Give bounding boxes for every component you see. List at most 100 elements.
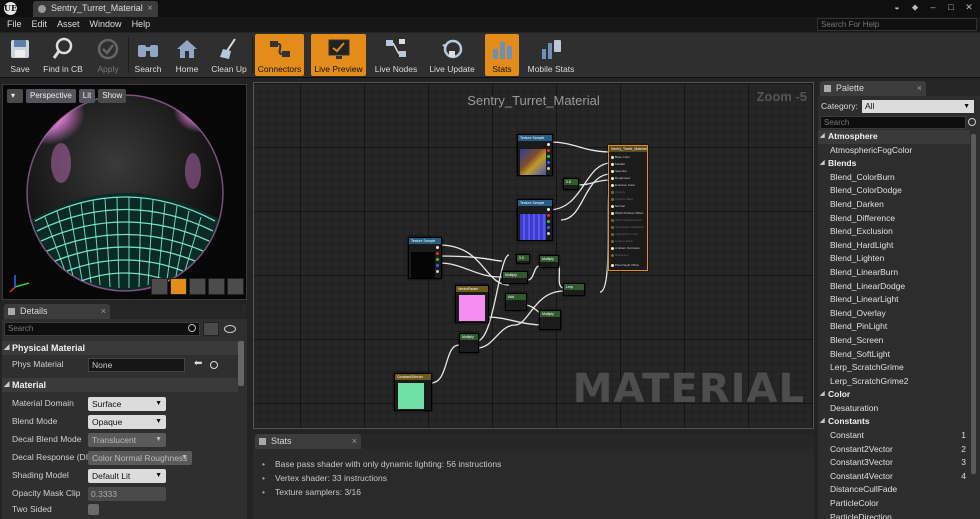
palette-item[interactable]: Blend_Lighten — [818, 252, 970, 266]
palette-item[interactable]: Blend_Overlay — [818, 307, 970, 321]
pink-vector-parameter-node[interactable]: VectorParam — [455, 285, 489, 323]
apply-button[interactable]: Apply — [92, 34, 124, 76]
opacity-mask-pin[interactable] — [611, 198, 614, 201]
palette-item[interactable]: Blend_SoftLight — [818, 348, 970, 362]
search-button[interactable]: Search — [132, 34, 164, 76]
constant-node[interactable]: 0.5 — [516, 254, 530, 264]
mobile-stats-button[interactable]: Mobile Stats — [524, 34, 578, 76]
blend-mode-select[interactable]: Opaque ▼ — [88, 415, 166, 429]
palette-item[interactable]: Blend_LinearLight — [818, 293, 970, 307]
property-matrix-button[interactable] — [203, 322, 219, 336]
base-color-pin[interactable] — [611, 156, 614, 159]
b-pin[interactable] — [436, 264, 439, 267]
palette-category[interactable]: ◢ Atmosphere — [818, 130, 970, 144]
menu-edit[interactable]: Edit — [27, 18, 53, 31]
live-update-button[interactable]: Live Update — [426, 34, 478, 76]
palette-item[interactable]: AtmosphericFogColor — [818, 144, 970, 158]
g-pin[interactable] — [436, 258, 439, 261]
scalar-constant-node[interactable]: 0.8 — [563, 178, 579, 190]
decal-blend-mode-select[interactable]: Translucent ▼ — [88, 433, 166, 447]
palette-item[interactable]: Blend_LinearBurn — [818, 266, 970, 280]
material-result-node[interactable]: Sentry_Turret_Material Base Color Metall… — [608, 145, 648, 271]
mask-texture-sample-node[interactable]: Texture Sample — [408, 237, 442, 279]
details-tab[interactable]: Details × — [4, 304, 110, 319]
help-search-input[interactable]: Search For Help — [817, 18, 977, 31]
palette-search-input[interactable]: Search — [820, 116, 966, 129]
menu-file[interactable]: File — [2, 18, 27, 31]
cylinder-mesh-icon[interactable] — [151, 278, 168, 295]
details-scrollbar[interactable] — [238, 341, 244, 386]
r-pin[interactable] — [547, 214, 550, 217]
palette-item[interactable]: Constant 1 — [818, 429, 970, 443]
custom-data-pin[interactable] — [611, 240, 614, 243]
clean-up-button[interactable]: Clean Up — [208, 34, 250, 76]
two-sided-checkbox[interactable] — [88, 504, 99, 515]
sphere-mesh-icon[interactable] — [170, 278, 187, 295]
find-in-cb-button[interactable]: Find in CB — [40, 34, 86, 76]
palette-category[interactable]: ◢ Color — [818, 388, 970, 402]
palette-item[interactable]: Constant3Vector 3 — [818, 456, 970, 470]
close-tab-icon[interactable]: × — [147, 1, 153, 16]
live-nodes-button[interactable]: Live Nodes — [372, 34, 420, 76]
lit-button[interactable]: Lit — [78, 89, 96, 103]
document-tab[interactable]: Sentry_Turret_Material × — [33, 1, 158, 17]
custom-mesh-icon[interactable] — [227, 278, 244, 295]
roughness-pin[interactable] — [611, 177, 614, 180]
r-pin[interactable] — [436, 252, 439, 255]
close-window-button[interactable]: ✕ — [962, 1, 976, 14]
cube-mesh-icon[interactable] — [208, 278, 225, 295]
lerp-node[interactable]: Lerp — [563, 283, 585, 296]
ambient-occlusion-pin[interactable] — [611, 247, 614, 250]
palette-item[interactable]: Blend_PinLight — [818, 320, 970, 334]
use-selected-arrow-icon[interactable]: ⬅ — [194, 358, 202, 369]
save-button[interactable]: Save — [4, 34, 36, 76]
normal-pin[interactable] — [611, 205, 614, 208]
r-pin[interactable] — [547, 149, 550, 152]
subsurface-color-pin[interactable] — [611, 233, 614, 236]
material-graph-canvas[interactable]: Sentry_Turret_Material Zoom -5 MATERIAL … — [253, 82, 814, 429]
palette-category[interactable]: ◢ Constants — [818, 415, 970, 429]
multiply-node[interactable]: Multiply — [502, 271, 528, 284]
decal-response-select[interactable]: Color Normal Roughness ▼ — [88, 451, 192, 465]
live-preview-button[interactable]: Live Preview — [311, 34, 366, 76]
b-pin[interactable] — [547, 161, 550, 164]
close-icon[interactable]: × — [352, 434, 357, 449]
emissive-color-pin[interactable] — [611, 184, 614, 187]
opacity-mask-clip-input[interactable]: 0.3333 — [88, 487, 166, 501]
metallic-pin[interactable] — [611, 163, 614, 166]
preview-viewport[interactable]: ▾ Perspective Lit Show — [2, 84, 247, 300]
palette-tab[interactable]: Palette × — [820, 81, 926, 96]
perspective-button[interactable]: Perspective — [26, 89, 76, 103]
normal-texture-sample-node[interactable]: Texture Sample — [517, 199, 553, 241]
rgb-pin[interactable] — [436, 246, 439, 249]
category-select[interactable]: All ▼ — [862, 100, 974, 113]
palette-item[interactable]: DistanceCullFade — [818, 483, 970, 497]
multiply-node[interactable]: Multiply — [539, 310, 561, 330]
palette-item[interactable]: Lerp_ScratchGrime2 — [818, 375, 970, 389]
shading-model-select[interactable]: Default Lit ▼ — [88, 469, 166, 483]
multiply-node[interactable]: Multiply — [459, 333, 479, 353]
plane-mesh-icon[interactable] — [189, 278, 206, 295]
palette-item[interactable]: Constant4Vector 4 — [818, 470, 970, 484]
browse-find-icon[interactable] — [210, 361, 218, 369]
palette-item[interactable]: Blend_Difference — [818, 212, 970, 226]
physical-material-category[interactable]: ◢ Physical Material — [2, 341, 238, 355]
connectors-button[interactable]: Connectors — [255, 34, 304, 76]
details-search-input[interactable]: Search — [4, 322, 200, 336]
add-node[interactable]: Add — [505, 293, 527, 311]
stats-button[interactable]: Stats — [485, 34, 519, 76]
visibility-eye-icon[interactable] — [224, 325, 236, 333]
palette-item[interactable]: Blend_Darken — [818, 198, 970, 212]
material-domain-select[interactable]: Surface ▼ — [88, 397, 166, 411]
maximize-button[interactable]: □ — [944, 1, 958, 14]
g-pin[interactable] — [547, 155, 550, 158]
opacity-pin[interactable] — [611, 191, 614, 194]
palette-item[interactable]: Lerp_ScratchGrime — [818, 361, 970, 375]
close-icon[interactable]: × — [101, 304, 106, 319]
palette-item[interactable]: Constant2Vector 2 — [818, 443, 970, 457]
palette-item[interactable]: Blend_Screen — [818, 334, 970, 348]
texture-sample-node[interactable]: Texture Sample — [517, 134, 553, 176]
multiply-node[interactable]: Multiply — [539, 255, 559, 268]
material-category[interactable]: ◢ Material — [2, 378, 238, 392]
world-displacement-pin[interactable] — [611, 219, 614, 222]
